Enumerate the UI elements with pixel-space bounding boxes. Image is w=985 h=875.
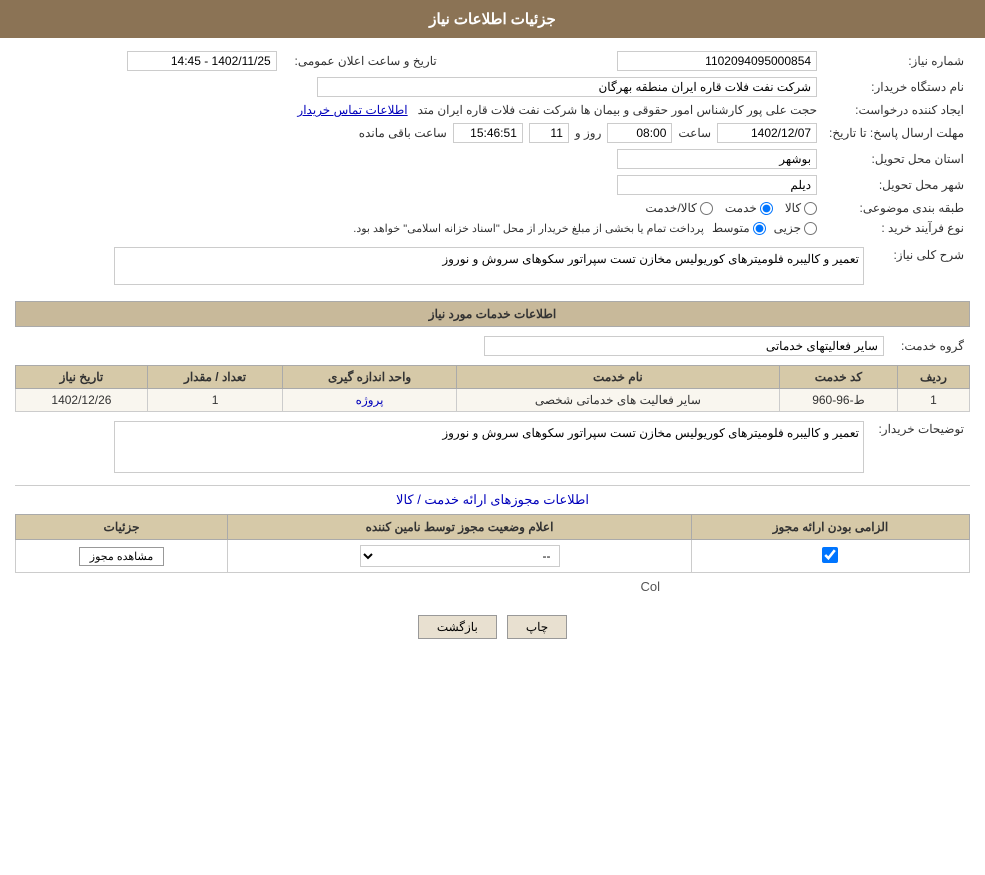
cell-vahad: پروژه bbox=[283, 389, 457, 412]
mohlet-row: ساعت روز و ساعت باقی مانده bbox=[21, 123, 817, 143]
roz-label: روز و bbox=[575, 126, 602, 140]
saat-label: ساعت bbox=[678, 126, 711, 140]
khadamat-title-text: اطلاعات خدمات مورد نیاز bbox=[429, 307, 556, 321]
noe-jozi-radio[interactable] bbox=[804, 222, 817, 235]
page-header: جزئیات اطلاعات نیاز bbox=[0, 0, 985, 38]
mohlet-date[interactable] bbox=[717, 123, 817, 143]
col-area: Col bbox=[15, 579, 970, 599]
col-text: Col bbox=[640, 579, 660, 594]
tosaif-textarea[interactable]: تعمیر و کالیبره فلومیترهای کوریولیس مخاز… bbox=[114, 421, 864, 473]
khadamat-section-title: اطلاعات خدمات مورد نیاز bbox=[15, 301, 970, 327]
ijad-value: حجت علی پور کارشناس امور حقوقی و بیمان ه… bbox=[418, 103, 817, 117]
ostan-label: استان محل تحویل: bbox=[823, 146, 970, 172]
gorohe-input[interactable] bbox=[484, 336, 884, 356]
cell-radif: 1 bbox=[898, 389, 970, 412]
mohlet-day[interactable] bbox=[529, 123, 569, 143]
ijad-link[interactable]: اطلاعات تماس خریدار bbox=[297, 103, 407, 117]
perm-alam-header: اعلام وضعیت مجوز توسط نامین کننده bbox=[228, 515, 692, 540]
table-row: 1 ط-96-960 سایر فعالیت های خدماتی شخصی پ… bbox=[16, 389, 970, 412]
noe-label: نوع فرآیند خرید : bbox=[823, 218, 970, 238]
tabaqe-kala-khadamat-item: کالا/خدمت bbox=[645, 201, 712, 215]
remain-label: ساعت باقی مانده bbox=[359, 126, 447, 140]
perm-elzam-header: الزامی بودن ارائه مجوز bbox=[691, 515, 969, 540]
tabaqe-khadamat-label: خدمت bbox=[725, 201, 757, 215]
perm-elzam-cell bbox=[691, 540, 969, 573]
col-tedad: تعداد / مقدار bbox=[147, 366, 282, 389]
sharh-label: شرح کلی نیاز: bbox=[870, 244, 970, 291]
mojoz-title-text: اطلاعات مجوزهای ارائه خدمت / کالا bbox=[396, 492, 589, 507]
tosaif-section: توضیحات خریدار: تعمیر و کالیبره فلومیتره… bbox=[15, 418, 970, 479]
info-section: شماره نیاز: تاریخ و ساعت اعلان عمومی: نا… bbox=[15, 48, 970, 238]
dastgah-input[interactable] bbox=[317, 77, 817, 97]
permissions-table: الزامی بودن ارائه مجوز اعلام وضعیت مجوز … bbox=[15, 514, 970, 573]
tosaif-label: توضیحات خریدار: bbox=[870, 418, 970, 479]
services-table: ردیف کد خدمت نام خدمت واحد اندازه گیری ت… bbox=[15, 365, 970, 412]
ijad-label: ایجاد کننده درخواست: bbox=[823, 100, 970, 120]
tarikh-label: تاریخ و ساعت اعلان عمومی: bbox=[283, 48, 443, 74]
cell-tedad: 1 bbox=[147, 389, 282, 412]
cell-kod: ط-96-960 bbox=[779, 389, 897, 412]
mohlet-remain[interactable] bbox=[453, 123, 523, 143]
perm-joziat-header: جزئیات bbox=[16, 515, 228, 540]
perm-alam-cell: -- bbox=[228, 540, 692, 573]
sharh-section: شرح کلی نیاز: تعمیر و کالیبره فلومیترهای… bbox=[15, 244, 970, 291]
noe-motavaset-radio[interactable] bbox=[753, 222, 766, 235]
perm-row: -- مشاهده مجوز bbox=[16, 540, 970, 573]
tabaqe-kala-khadamat-radio[interactable] bbox=[700, 202, 713, 215]
back-button[interactable]: بازگشت bbox=[418, 615, 497, 639]
view-mojoz-button[interactable]: مشاهده مجوز bbox=[79, 547, 164, 566]
tabaqe-kala-label: کالا bbox=[785, 201, 801, 215]
col-nam: نام خدمت bbox=[456, 366, 779, 389]
shahr-label: شهر محل تحویل: bbox=[823, 172, 970, 198]
noe-group: جزیی متوسط پرداخت تمام یا بخشی از مبلغ خ… bbox=[21, 221, 817, 235]
cell-tarikh: 1402/12/26 bbox=[16, 389, 148, 412]
noe-motavaset-label: متوسط bbox=[712, 221, 750, 235]
col-tarikh: تاریخ نیاز bbox=[16, 366, 148, 389]
mohlet-time[interactable] bbox=[607, 123, 672, 143]
noe-jozi-item: جزیی bbox=[774, 221, 817, 235]
ostan-input[interactable] bbox=[617, 149, 817, 169]
col-radif: ردیف bbox=[898, 366, 970, 389]
noe-description: پرداخت تمام یا بخشی از مبلغ خریدار از مح… bbox=[353, 222, 704, 235]
shomare-input[interactable] bbox=[617, 51, 817, 71]
print-button[interactable]: چاپ bbox=[507, 615, 567, 639]
dastgah-label: نام دستگاه خریدار: bbox=[823, 74, 970, 100]
sharh-textarea[interactable]: تعمیر و کالیبره فلومیترهای کوریولیس مخاز… bbox=[114, 247, 864, 285]
mojoz-section-link[interactable]: اطلاعات مجوزهای ارائه خدمت / کالا bbox=[15, 492, 970, 508]
col-kod: کد خدمت bbox=[779, 366, 897, 389]
tabaqe-khadamat-radio[interactable] bbox=[760, 202, 773, 215]
col-vahad: واحد اندازه گیری bbox=[283, 366, 457, 389]
mohlet-label: مهلت ارسال پاسخ: تا تاریخ: bbox=[823, 120, 970, 146]
shomare-label: شماره نیاز: bbox=[823, 48, 970, 74]
tabaqe-kala-item: کالا bbox=[785, 201, 817, 215]
tabaqe-kala-radio[interactable] bbox=[804, 202, 817, 215]
tarikh-input[interactable] bbox=[127, 51, 277, 71]
bottom-buttons: چاپ بازگشت bbox=[15, 601, 970, 649]
tabaqe-kala-khadamat-label: کالا/خدمت bbox=[645, 201, 696, 215]
noe-motavaset-item: متوسط bbox=[712, 221, 766, 235]
shahr-input[interactable] bbox=[617, 175, 817, 195]
perm-elzam-checkbox[interactable] bbox=[822, 547, 838, 563]
cell-nam: سایر فعالیت های خدماتی شخصی bbox=[456, 389, 779, 412]
page-title: جزئیات اطلاعات نیاز bbox=[429, 11, 556, 28]
shomare-value-cell bbox=[473, 48, 823, 74]
tabaqe-khadamat-item: خدمت bbox=[725, 201, 773, 215]
perm-joziat-cell: مشاهده مجوز bbox=[16, 540, 228, 573]
noe-jozi-label: جزیی bbox=[774, 221, 801, 235]
tarikh-value-cell bbox=[15, 48, 283, 74]
tabaqe-label: طبقه بندی موضوعی: bbox=[823, 198, 970, 218]
perm-alam-select[interactable]: -- bbox=[360, 545, 560, 567]
gorohe-label: گروه خدمت: bbox=[890, 333, 970, 359]
gorohe-section: گروه خدمت: bbox=[15, 333, 970, 359]
tabaqe-group: کالا خدمت کالا/خدمت bbox=[21, 201, 817, 215]
